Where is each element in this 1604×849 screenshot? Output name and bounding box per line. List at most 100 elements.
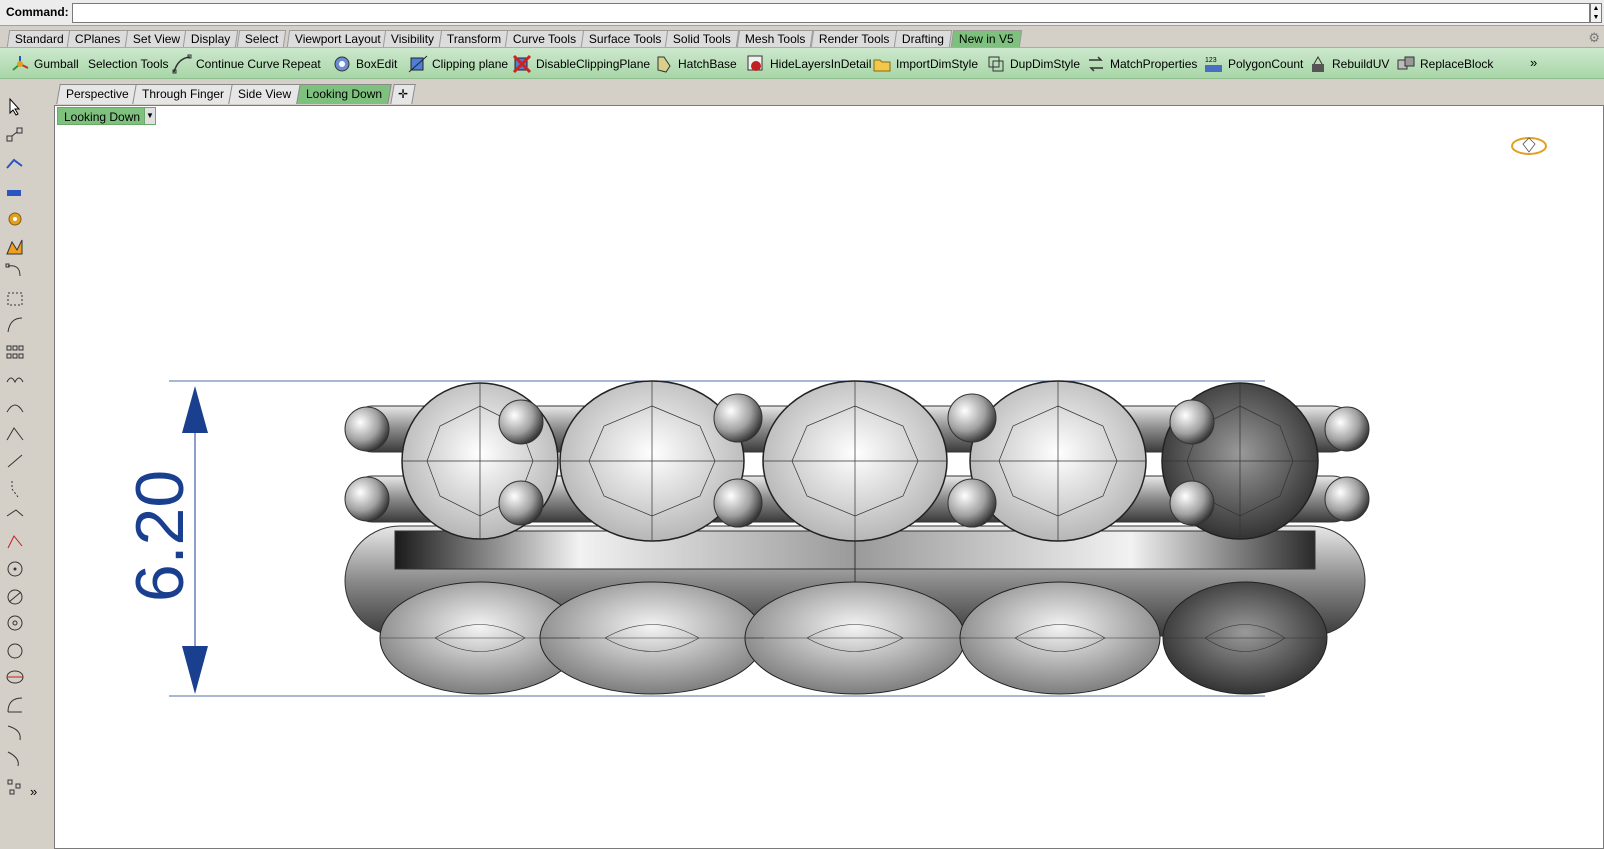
tab-display[interactable]: Display: [182, 30, 239, 47]
tab-select[interactable]: Select: [236, 30, 287, 47]
polyline-icon[interactable]: [4, 152, 26, 174]
match-properties-label: MatchProperties: [1110, 57, 1198, 71]
circle-diameter-icon[interactable]: [4, 586, 26, 608]
gumball-label: Gumball: [34, 57, 79, 71]
dimension-label: 6.20: [122, 470, 198, 602]
selection-tools-button[interactable]: Selection Tools: [88, 53, 169, 75]
hatch-base-button[interactable]: HatchBase: [654, 53, 737, 75]
command-label: Command:: [6, 5, 69, 19]
curve-icon[interactable]: [4, 180, 26, 202]
ellipse-icon[interactable]: [4, 666, 26, 688]
line-segments-icon[interactable]: [4, 478, 26, 500]
hide-layers-icon: [747, 55, 763, 71]
select-arrow-icon[interactable]: [4, 96, 26, 118]
tab-solid-tools[interactable]: Solid Tools: [664, 30, 740, 47]
polyline-points-icon[interactable]: [4, 424, 26, 446]
arc-3pt-icon[interactable]: [4, 722, 26, 744]
add-viewport-tab-button[interactable]: ✛: [390, 84, 416, 104]
tab-cplanes[interactable]: CPlanes: [66, 30, 129, 47]
rectangle-icon[interactable]: [4, 288, 26, 310]
folder-icon: [873, 59, 891, 72]
dup-dim-style-label: DupDimStyle: [1010, 57, 1081, 71]
match-properties-button[interactable]: MatchProperties: [1086, 53, 1197, 75]
continue-curve-label: Continue Curve: [196, 57, 280, 71]
tab-perspective[interactable]: Perspective: [56, 84, 139, 104]
clipping-plane-button[interactable]: Clipping plane: [408, 53, 508, 75]
tab-transform[interactable]: Transform: [438, 30, 510, 47]
ring-thumbnail-icon: [1511, 137, 1547, 155]
clipping-plane-label: Clipping plane: [432, 57, 509, 71]
boxedit-button[interactable]: BoxEdit: [332, 53, 397, 75]
command-bar: Command: ▲ ▼: [0, 0, 1604, 26]
boxedit-icon: [334, 56, 350, 72]
settings-icon[interactable]: [4, 208, 26, 230]
disable-clipping-plane-button[interactable]: DisableClippingPlane: [512, 53, 650, 75]
point-icon[interactable]: [4, 124, 26, 146]
toolbar-tab-row: Standard CPlanes Set View Display Select…: [0, 29, 1604, 47]
continue-curve-button[interactable]: Continue Curve: [172, 53, 279, 75]
tab-new-in-v5[interactable]: New in V5: [950, 30, 1022, 47]
tab-standard[interactable]: Standard: [6, 30, 72, 47]
dup-dim-style-icon: [988, 56, 1004, 72]
circle-tangent-icon[interactable]: [4, 640, 26, 662]
arc-icon[interactable]: [4, 260, 26, 282]
replace-block-button[interactable]: ReplaceBlock: [1396, 53, 1493, 75]
polygon-count-button[interactable]: 123 PolygonCount: [1204, 53, 1303, 75]
svg-text:123: 123: [1205, 57, 1217, 64]
import-dim-style-label: ImportDimStyle: [896, 57, 979, 71]
repeat-label: Repeat: [282, 57, 321, 71]
polyline-tool-icon[interactable]: [4, 504, 26, 526]
hide-layers-in-detail-button[interactable]: HideLayersInDetail: [746, 53, 871, 75]
dup-dim-style-button[interactable]: DupDimStyle: [986, 53, 1080, 75]
tangent-line-icon[interactable]: [4, 530, 26, 552]
tab-drafting[interactable]: Drafting: [893, 30, 953, 47]
points-grid-icon[interactable]: [4, 776, 26, 798]
left-toolbar: »: [0, 92, 48, 849]
command-history-scroll[interactable]: ▲ ▼: [1590, 3, 1602, 23]
tab-set-view[interactable]: Set View: [124, 30, 189, 47]
circle-center-icon[interactable]: [4, 558, 26, 580]
replace-block-icon: [1397, 56, 1415, 70]
continue-curve-icon: [172, 54, 192, 74]
tab-visibility[interactable]: Visibility: [382, 30, 443, 47]
sketch-icon[interactable]: [4, 370, 26, 392]
import-dim-style-button[interactable]: ImportDimStyle: [872, 53, 978, 75]
rebuild-uv-icon: [1312, 55, 1324, 72]
viewport-looking-down[interactable]: Looking Down ▼ 6.20: [54, 105, 1604, 849]
main-toolbar: Gumball Selection Tools Continue Curve R…: [0, 47, 1604, 79]
ring-render: 6.20: [122, 137, 1547, 697]
command-input[interactable]: [72, 3, 1590, 23]
toolbar-more-button[interactable]: »: [1530, 55, 1537, 70]
disable-clipping-plane-label: DisableClippingPlane: [536, 57, 651, 71]
tab-curve-tools[interactable]: Curve Tools: [504, 30, 585, 47]
clipping-plane-icon: [408, 55, 428, 73]
control-point-curve-icon[interactable]: [4, 314, 26, 336]
gumball-icon: [12, 56, 29, 71]
rhino-window: Command: ▲ ▼ Standard CPlanes Set View Di…: [0, 0, 1604, 849]
surface-icon[interactable]: [4, 236, 26, 258]
polygon-count-label: PolygonCount: [1228, 57, 1304, 71]
tab-render-tools[interactable]: Render Tools: [810, 30, 898, 47]
tab-through-finger[interactable]: Through Finger: [132, 84, 234, 104]
tab-looking-down[interactable]: Looking Down: [296, 84, 392, 104]
hide-layers-in-detail-label: HideLayersInDetail: [770, 57, 872, 71]
match-properties-icon: [1089, 56, 1103, 72]
line-icon[interactable]: [4, 450, 26, 472]
circle-3pt-icon[interactable]: [4, 612, 26, 634]
left-toolbar-more-button[interactable]: »: [30, 784, 37, 799]
arc-tangent-icon[interactable]: [4, 748, 26, 770]
gumball-button[interactable]: Gumball: [10, 53, 79, 75]
gear-icon[interactable]: ⚙: [1588, 30, 1600, 46]
tab-side-view[interactable]: Side View: [228, 84, 301, 104]
grid-points-icon[interactable]: [4, 342, 26, 364]
tab-surface-tools[interactable]: Surface Tools: [580, 30, 670, 47]
interpolate-curve-icon[interactable]: [4, 396, 26, 418]
tab-viewport-layout[interactable]: Viewport Layout: [286, 30, 390, 47]
arc-tool-icon[interactable]: [4, 694, 26, 716]
disable-clipping-plane-icon: [512, 54, 532, 74]
tab-mesh-tools[interactable]: Mesh Tools: [736, 30, 814, 47]
rebuild-uv-button[interactable]: RebuildUV: [1308, 53, 1389, 75]
replace-block-label: ReplaceBlock: [1420, 57, 1494, 71]
repeat-button[interactable]: Repeat: [282, 53, 321, 75]
dimension-arrow-top: [182, 386, 208, 433]
